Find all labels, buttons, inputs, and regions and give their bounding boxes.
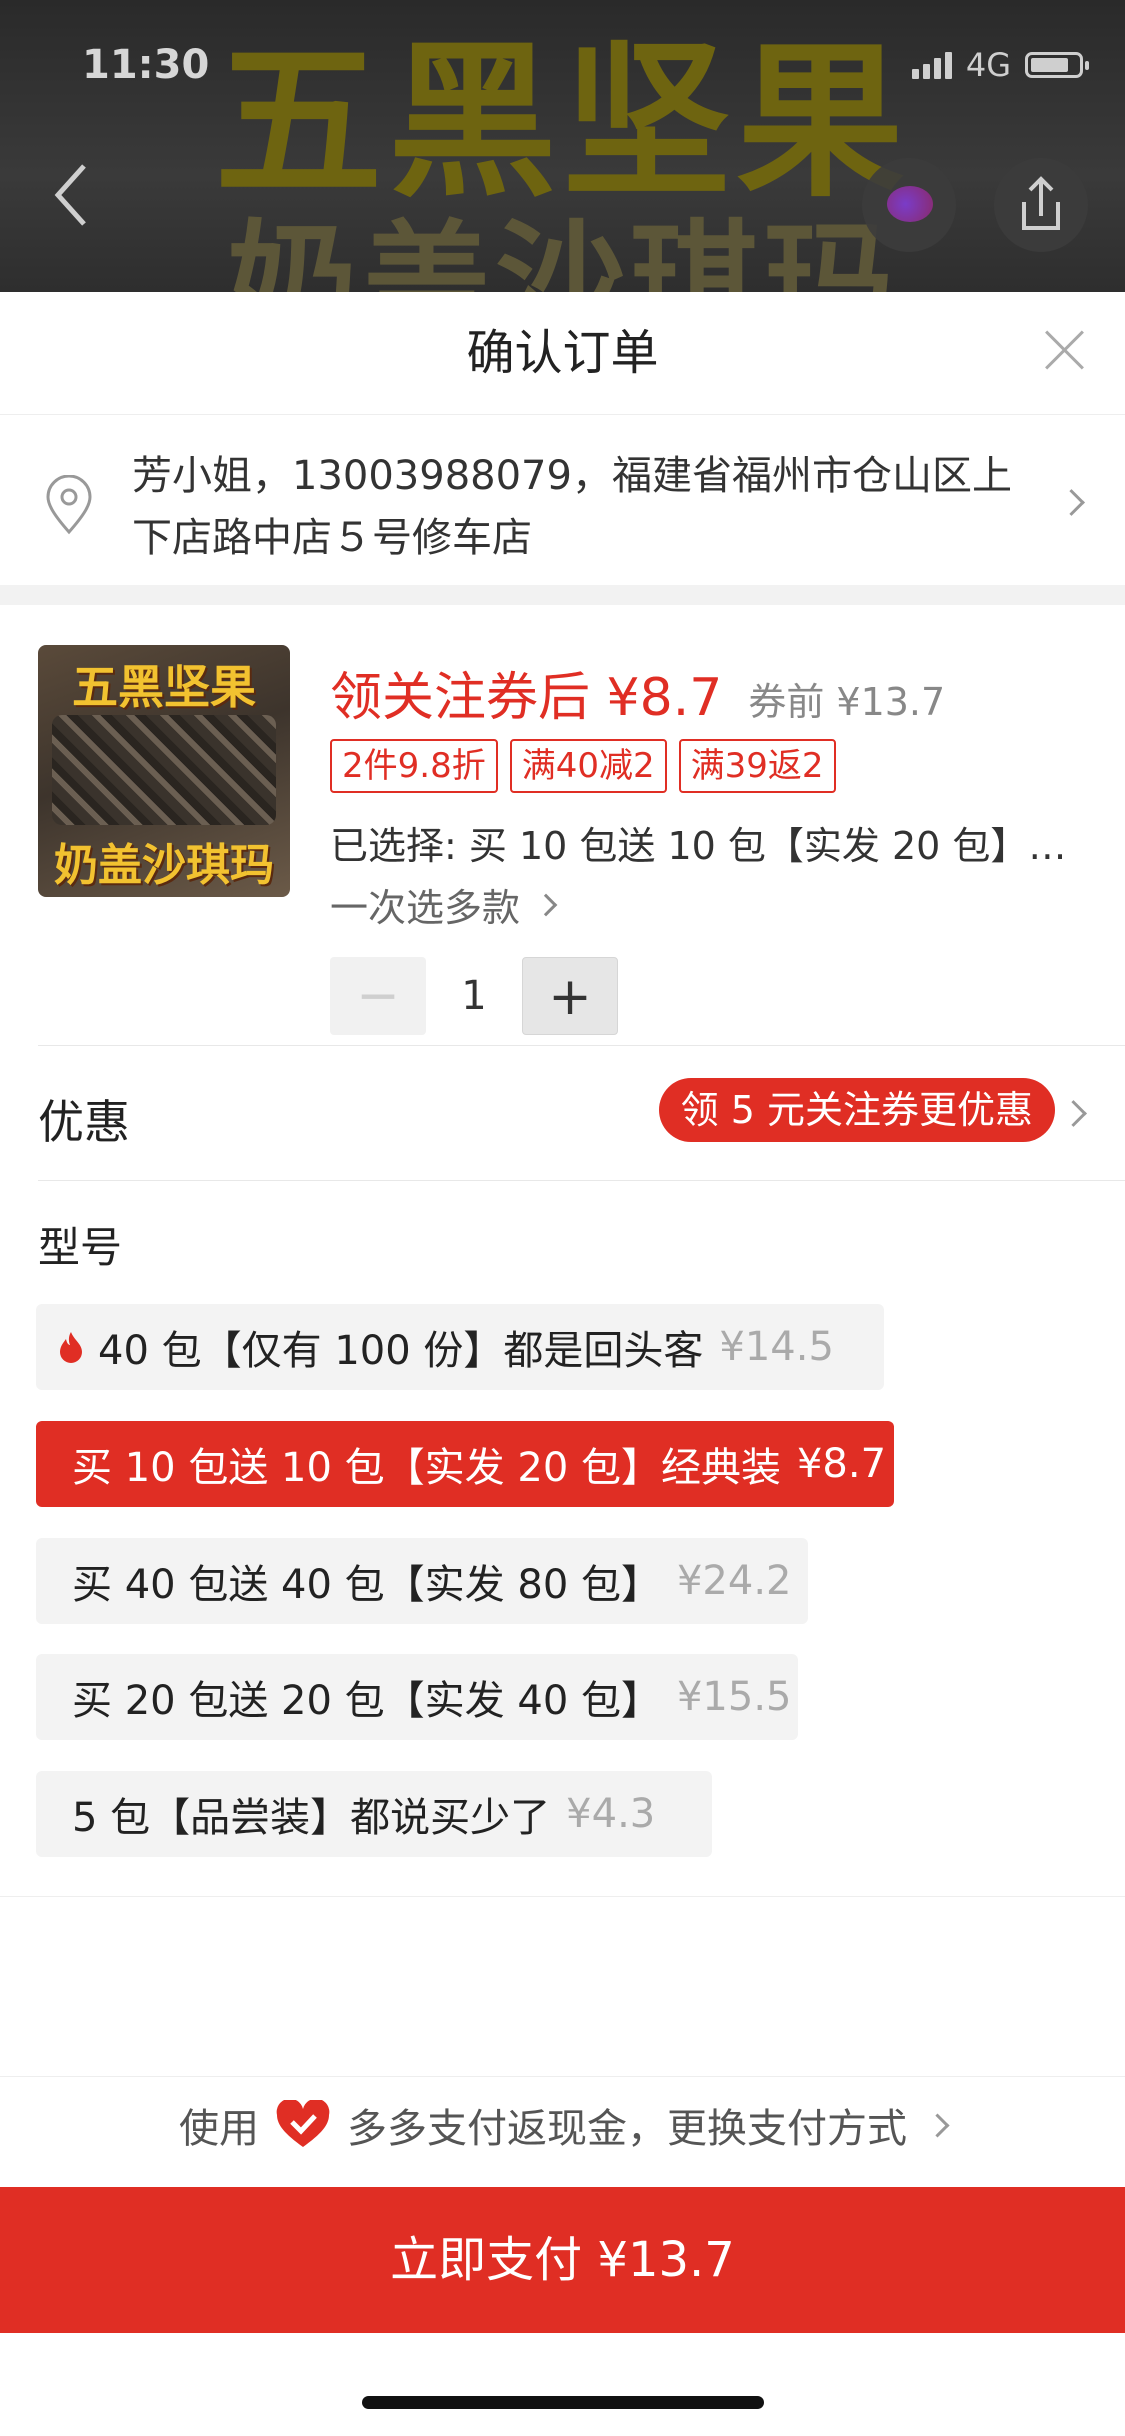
address-text: 芳小姐，13003988079，福建省福州市仓山区上下店路中店５号修车店 (132, 453, 1012, 561)
variant-label: 买 40 包送 40 包【实发 80 包】 (72, 1562, 661, 1608)
variant-label: 买 10 包送 10 包【实发 20 包】经典装 (72, 1445, 781, 1491)
variant-price: ¥24.2 (676, 1558, 792, 1604)
duoduo-pay-icon (276, 2100, 330, 2147)
coupon-pill[interactable]: 领 5 元关注券更优惠 (658, 1078, 1055, 1142)
location-pin-icon (46, 475, 92, 535)
increase-button[interactable]: + (522, 957, 618, 1035)
confirm-order-sheet: 确认订单 芳小姐，13003988079，福建省福州市仓山区上下店路中店５号修车… (0, 292, 1125, 2436)
variant-option-selected[interactable]: 买 10 包送 10 包【实发 20 包】经典装 ¥8.7 (36, 1421, 894, 1507)
product-card: 五黑坚果 奶盖沙琪玛 领关注券后 ¥8.7 券前 ¥13.7 2件9.8折 满4… (0, 605, 1125, 1045)
chevron-right-icon (534, 893, 558, 916)
variant-label: 40 包【仅有 100 份】都是回头客 (98, 1328, 704, 1374)
divider (0, 2076, 1125, 2077)
selected-variant: 已选择: 买 10 包送 10 包【实发 20 包】经... (330, 824, 1090, 868)
price-line: 领关注券后 ¥8.7 券前 ¥13.7 (330, 655, 945, 730)
product-banner: 五黑坚果 奶盖沙琪玛 11:30 4G (0, 0, 1125, 292)
network-label: 4G (965, 46, 1011, 84)
discount-row[interactable]: 优惠 领 5 元关注券更优惠 (0, 1046, 1125, 1180)
signal-icon (911, 51, 952, 79)
sheet-header: 确认订单 (0, 292, 1125, 415)
multi-select-link[interactable]: 一次选多款 (330, 877, 558, 932)
promo-tag: 满39返2 (678, 739, 836, 793)
thumbnail-title: 五黑坚果 (72, 660, 256, 714)
status-time: 11:30 (82, 42, 210, 88)
chevron-right-icon (925, 2112, 950, 2138)
back-button[interactable] (50, 160, 110, 230)
address-row[interactable]: 芳小姐，13003988079，福建省福州市仓山区上下店路中店５号修车店 (0, 415, 1125, 585)
original-price: 券前 ¥13.7 (748, 680, 946, 724)
share-icon (1022, 176, 1060, 230)
battery-icon (1025, 52, 1089, 78)
quantity-value: 1 (461, 973, 487, 1019)
variant-option[interactable]: 40 包【仅有 100 份】都是回头客 ¥14.5 (36, 1304, 884, 1390)
variant-price: ¥4.3 (566, 1791, 656, 1837)
payment-method-row[interactable]: 使用 多多支付返现金，更换支付方式 (0, 2096, 1125, 2154)
divider (38, 1180, 1125, 1181)
share-button[interactable] (994, 158, 1088, 252)
flame-icon (60, 1332, 82, 1363)
chevron-right-icon (1058, 489, 1085, 516)
close-icon[interactable] (1043, 328, 1087, 372)
payment-text: 多多支付返现金，更换支付方式 (347, 2106, 907, 2152)
promo-tag: 2件9.8折 (330, 739, 498, 793)
divider (0, 1896, 1125, 1897)
chevron-right-icon (1060, 1100, 1087, 1127)
variant-label: 买 20 包送 20 包【实发 40 包】 (72, 1678, 661, 1724)
variant-price: ¥15.5 (676, 1674, 792, 1720)
variant-label: 5 包【品尝装】都说买少了 (72, 1795, 551, 1841)
section-gap (0, 585, 1125, 605)
thumbnail-photo (52, 715, 276, 825)
avatar-button[interactable] (862, 158, 956, 252)
status-indicators: 4G (911, 46, 1089, 84)
promo-tags: 2件9.8折 满40减2 满39返2 (330, 739, 836, 793)
discount-label: 优惠 (38, 1095, 130, 1149)
product-thumbnail[interactable]: 五黑坚果 奶盖沙琪玛 (38, 645, 290, 897)
variant-option[interactable]: 5 包【品尝装】都说买少了 ¥4.3 (36, 1771, 712, 1857)
multi-select-label: 一次选多款 (330, 886, 521, 930)
coupon-price: 领关注券后 ¥8.7 (330, 668, 723, 728)
payment-prefix: 使用 (179, 2106, 259, 2152)
home-indicator (362, 2396, 764, 2409)
avatar (887, 186, 933, 222)
promo-tag: 满40减2 (509, 739, 667, 793)
thumbnail-subtitle: 奶盖沙琪玛 (54, 840, 274, 891)
variant-option[interactable]: 买 20 包送 20 包【实发 40 包】 ¥15.5 (36, 1654, 798, 1740)
decrease-button[interactable]: − (330, 957, 426, 1035)
variant-option[interactable]: 买 40 包送 40 包【实发 80 包】 ¥24.2 (36, 1538, 808, 1624)
model-title: 型号 (38, 1223, 123, 1272)
banner-subtitle: 奶盖沙琪玛 (227, 207, 898, 292)
quantity-stepper: − 1 + (330, 957, 618, 1035)
pay-now-button[interactable]: 立即支付 ¥13.7 (0, 2187, 1125, 2333)
variant-price: ¥14.5 (719, 1324, 834, 1370)
sheet-title: 确认订单 (466, 325, 659, 381)
variant-price: ¥8.7 (796, 1441, 887, 1487)
